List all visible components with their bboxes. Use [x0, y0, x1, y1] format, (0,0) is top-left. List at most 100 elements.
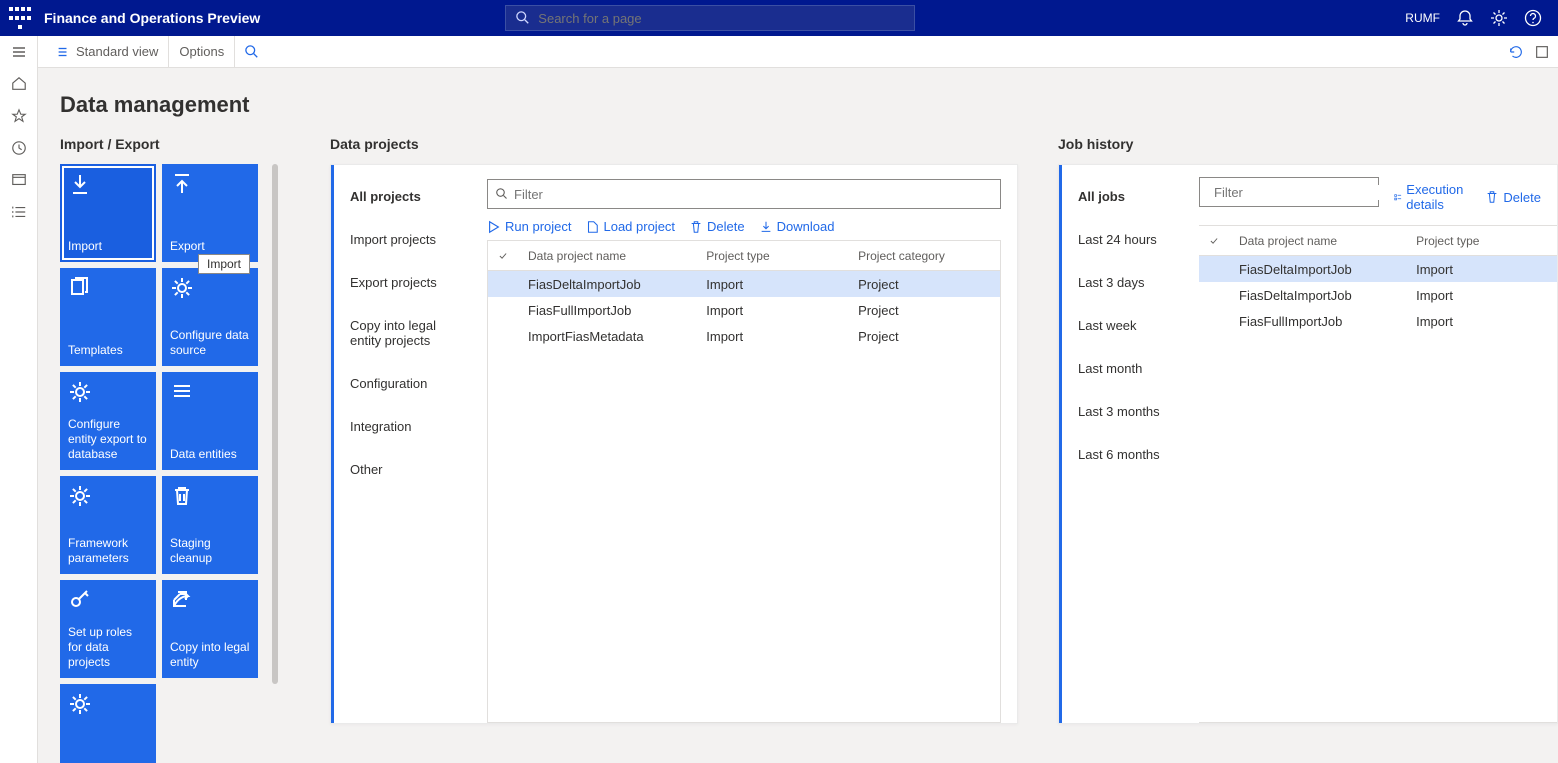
tile-label: Templates	[68, 343, 148, 358]
left-nav-rail	[0, 36, 38, 763]
home-icon[interactable]	[9, 74, 29, 94]
tile-label: Export	[170, 239, 250, 254]
search-icon	[496, 188, 508, 200]
category-last-3-days[interactable]: Last 3 days	[1062, 261, 1199, 304]
global-search[interactable]	[505, 5, 915, 31]
standard-view-label: Standard view	[76, 44, 158, 59]
data-projects-actions: Run project Load project Delete Download	[487, 219, 1001, 234]
delete-job-button[interactable]: Delete	[1485, 182, 1541, 212]
job-history-filter[interactable]	[1199, 177, 1379, 207]
tile-configure-data-source[interactable]: Configure data source	[162, 268, 258, 366]
data-projects-filter[interactable]	[487, 179, 1001, 209]
category-all-projects[interactable]: All projects	[334, 175, 471, 218]
tile-label: Import	[68, 239, 148, 254]
trash-icon	[170, 484, 194, 508]
tile-staging-cleanup[interactable]: Staging cleanup	[162, 476, 258, 574]
global-search-input[interactable]	[538, 11, 904, 26]
copy-icon	[68, 276, 92, 300]
expand-icon[interactable]	[1534, 44, 1550, 60]
select-all-checkbox[interactable]	[1199, 235, 1229, 247]
trash-icon	[1485, 190, 1499, 204]
nav-expand-icon[interactable]	[9, 42, 29, 62]
cell-type: Import	[696, 277, 848, 292]
share-icon	[170, 588, 194, 612]
trash-icon	[689, 220, 703, 234]
category-last-month[interactable]: Last month	[1062, 347, 1199, 390]
recent-icon[interactable]	[9, 138, 29, 158]
options-button[interactable]: Options	[169, 36, 235, 68]
category-last-6-months[interactable]: Last 6 months	[1062, 433, 1199, 476]
table-row[interactable]: ImportFiasMetadataImportProject	[488, 323, 1000, 349]
category-export-projects[interactable]: Export projects	[334, 261, 471, 304]
tile-data-entities[interactable]: Data entities	[162, 372, 258, 470]
delete-project-button[interactable]: Delete	[689, 219, 745, 234]
table-row[interactable]: FiasDeltaImportJobImport	[1199, 282, 1557, 308]
category-last-week[interactable]: Last week	[1062, 304, 1199, 347]
settings-icon[interactable]	[1490, 9, 1508, 27]
category-other[interactable]: Other	[334, 448, 471, 491]
options-label: Options	[179, 44, 224, 59]
tile-set-up-roles-for-data-projects[interactable]: Set up roles for data projects	[60, 580, 156, 678]
page-title: Data management	[60, 92, 1558, 118]
toolbar-search-button[interactable]	[235, 36, 269, 68]
delete-project-label: Delete	[707, 219, 745, 234]
gear-icon	[68, 692, 92, 716]
col-project-category[interactable]: Project category	[848, 249, 1000, 263]
app-launcher-icon[interactable]	[8, 6, 32, 30]
category-last-3-months[interactable]: Last 3 months	[1062, 390, 1199, 433]
col-data-project-name[interactable]: Data project name	[518, 249, 696, 263]
search-icon	[245, 45, 259, 59]
select-all-checkbox[interactable]	[488, 250, 518, 262]
help-icon[interactable]	[1524, 9, 1542, 27]
tile-import[interactable]: Import	[60, 164, 156, 262]
page-toolbar: Standard view Options	[38, 36, 1558, 68]
tile-export[interactable]: Export	[162, 164, 258, 262]
data-projects-categories: All projectsImport projectsExport projec…	[331, 165, 471, 723]
table-row[interactable]: FiasDeltaImportJobImport	[1199, 256, 1557, 282]
tile-framework-parameters[interactable]: Framework parameters	[60, 476, 156, 574]
table-row[interactable]: FiasFullImportJobImportProject	[488, 297, 1000, 323]
list-icon	[170, 380, 194, 404]
table-row[interactable]: FiasFullImportJobImport	[1199, 308, 1557, 334]
workspaces-icon[interactable]	[9, 170, 29, 190]
notifications-icon[interactable]	[1456, 9, 1474, 27]
data-projects-filter-input[interactable]	[514, 187, 992, 202]
gear-icon	[170, 276, 194, 300]
data-projects-grid: Data project name Project type Project c…	[487, 240, 1001, 723]
tile-copy-into-legal-entity[interactable]: Copy into legal entity	[162, 580, 258, 678]
execution-details-button[interactable]: Execution details	[1393, 182, 1471, 212]
job-history-filter-input[interactable]	[1214, 185, 1390, 200]
document-icon	[585, 220, 599, 234]
download-project-button[interactable]: Download	[759, 219, 835, 234]
table-row[interactable]: FiasDeltaImportJobImportProject	[488, 271, 1000, 297]
tile-label: Framework parameters	[68, 536, 148, 566]
load-project-button[interactable]: Load project	[585, 219, 675, 234]
tile-label: Set up roles for data projects	[68, 625, 148, 670]
check-icon	[498, 250, 508, 262]
standard-view-button[interactable]: Standard view	[46, 36, 169, 68]
top-bar: Finance and Operations Preview RUMF	[0, 0, 1558, 36]
category-integration[interactable]: Integration	[334, 405, 471, 448]
user-label[interactable]: RUMF	[1405, 11, 1440, 25]
cell-category: Project	[848, 303, 1000, 318]
col-project-type[interactable]: Project type	[1406, 234, 1557, 248]
category-configuration[interactable]: Configuration	[334, 362, 471, 405]
data-projects-section: Data projects All projectsImport project…	[330, 136, 1018, 747]
cell-name: FiasDeltaImportJob	[1229, 262, 1406, 277]
col-data-project-name[interactable]: Data project name	[1229, 234, 1406, 248]
col-project-type[interactable]: Project type	[696, 249, 848, 263]
tile-settings[interactable]	[60, 684, 156, 763]
import-export-title: Import / Export	[60, 136, 290, 152]
refresh-icon[interactable]	[1508, 44, 1524, 60]
modules-icon[interactable]	[9, 202, 29, 222]
category-copy-into-legal-entity-projects[interactable]: Copy into legal entity projects	[334, 304, 471, 362]
category-all-jobs[interactable]: All jobs	[1062, 175, 1199, 218]
tile-configure-entity-export-to-database[interactable]: Configure entity export to database	[60, 372, 156, 470]
category-import-projects[interactable]: Import projects	[334, 218, 471, 261]
favorites-icon[interactable]	[9, 106, 29, 126]
category-last-24-hours[interactable]: Last 24 hours	[1062, 218, 1199, 261]
gear-icon	[68, 380, 92, 404]
tiles-scrollbar[interactable]	[272, 164, 278, 684]
run-project-button[interactable]: Run project	[487, 219, 571, 234]
tile-templates[interactable]: Templates	[60, 268, 156, 366]
